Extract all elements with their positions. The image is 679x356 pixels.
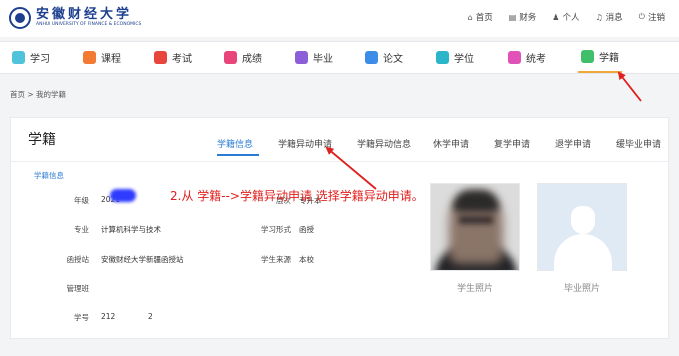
tab-deferred-graduation-application[interactable]: 缓毕业申请 <box>616 137 661 150</box>
grade-icon <box>224 51 237 64</box>
toplink-logout[interactable]: ⏻ 注销 <box>639 11 665 23</box>
tutorial-annotation: 2.从 学籍-->学籍异动申请 选择学籍异动申请。 <box>170 189 424 203</box>
tab-status-change-application[interactable]: 学籍异动申请 <box>278 137 332 150</box>
exam-icon <box>154 51 167 64</box>
top-links: ⌂ 首页 ▤ 财务 ♟ 个人 ♫ 消息 ⏻ 注销 <box>468 11 665 23</box>
menu-item-label: 学习 <box>30 54 50 65</box>
field-label-major: 专业 <box>74 225 89 234</box>
thesis-icon <box>365 51 378 64</box>
menu-item-label: 课程 <box>101 54 121 65</box>
university-name-en: ANHUI UNIVERSITY OF FINANCE & ECONOMICS <box>36 22 142 27</box>
avatar-placeholder-icon <box>554 234 612 272</box>
toplink-messages[interactable]: ♫ 消息 <box>595 11 623 24</box>
home-icon: ⌂ <box>467 12 473 22</box>
toplink-label: 首页 <box>475 13 493 23</box>
field-label-management-class: 管理班 <box>66 284 90 293</box>
toplink-finance[interactable]: ▤ 财务 <box>508 11 537 24</box>
menu-item-grades[interactable]: 成绩 <box>224 42 262 73</box>
menu-item-label: 学位 <box>454 54 474 65</box>
menu-item-label: 成绩 <box>242 54 262 65</box>
field-label-correspondence-station: 函授站 <box>66 255 90 264</box>
university-seal-icon <box>9 7 31 29</box>
section-label: 学籍信息 <box>34 171 64 180</box>
tab-suspension-application[interactable]: 休学申请 <box>433 137 469 150</box>
bell-icon: ♫ <box>595 12 603 22</box>
field-value-study-mode: 函授 <box>299 225 314 234</box>
toplink-label: 注销 <box>647 13 665 23</box>
menu-item-label: 学籍 <box>599 53 619 64</box>
field-label-grade: 年级 <box>74 196 89 205</box>
field-label-student-id: 学号 <box>74 313 89 322</box>
student-photo <box>430 183 520 271</box>
degree-icon <box>436 51 449 64</box>
menu-item-label: 毕业 <box>313 54 333 65</box>
toplink-label: 个人 <box>562 13 580 23</box>
course-icon <box>83 51 96 64</box>
active-tab-indicator <box>217 154 259 156</box>
top-bar: 安徽财经大学 ANHUI UNIVERSITY OF FINANCE & ECO… <box>0 0 679 37</box>
toplink-home[interactable]: ⌂ 首页 <box>467 11 493 24</box>
menu-item-degree[interactable]: 学位 <box>436 42 474 73</box>
study-icon <box>12 51 25 64</box>
logout-icon: ⏻ <box>638 12 645 21</box>
arrow-to-status-menu <box>617 71 642 102</box>
menu-item-exam[interactable]: 考试 <box>154 42 192 73</box>
toplink-label: 财务 <box>519 13 537 23</box>
field-value-student-source: 本校 <box>299 255 314 264</box>
graduation-photo-caption: 毕业照片 <box>563 284 600 294</box>
student-status-card: 学籍 学籍信息 学籍异动申请 学籍异动信息 休学申请 复学申请 退学申请 缓毕业… <box>10 117 669 339</box>
finance-icon: ▤ <box>508 12 517 22</box>
user-icon: ♟ <box>552 12 560 22</box>
breadcrumb[interactable]: 首页 > 我的学籍 <box>10 89 66 100</box>
menu-item-thesis[interactable]: 论文 <box>365 42 403 73</box>
student-photo-caption: 学生照片 <box>456 284 493 294</box>
tab-status-info[interactable]: 学籍信息 <box>217 137 253 150</box>
main-menu: 学习 课程 考试 成绩 毕业 论文 学位 统考 学籍 <box>0 41 679 74</box>
unified-exam-icon <box>508 51 521 64</box>
field-value-student-id: 212 <box>101 312 116 321</box>
menu-item-unified-exam[interactable]: 统考 <box>508 42 546 73</box>
menu-item-label: 考试 <box>172 54 192 65</box>
tab-withdrawal-application[interactable]: 退学申请 <box>555 137 591 150</box>
page-title: 学籍 <box>28 132 56 148</box>
menu-item-label: 论文 <box>383 54 403 65</box>
university-logo[interactable]: 安徽财经大学 ANHUI UNIVERSITY OF FINANCE & ECO… <box>9 7 141 29</box>
menu-item-student-status[interactable]: 学籍 <box>578 42 622 73</box>
university-name: 安徽财经大学 <box>36 7 133 22</box>
toplink-label: 消息 <box>605 13 623 23</box>
field-value-student-id-tail: 2 <box>148 312 153 321</box>
graduation-photo-placeholder <box>537 183 627 272</box>
tab-status-change-info[interactable]: 学籍异动信息 <box>357 137 411 150</box>
field-value-major: 计算机科学与技术 <box>101 225 161 234</box>
redaction-mark <box>110 189 136 202</box>
menu-item-graduation[interactable]: 毕业 <box>295 42 333 73</box>
status-icon <box>581 50 594 63</box>
menu-item-label: 统考 <box>526 54 546 65</box>
tab-divider <box>11 161 668 162</box>
field-value-correspondence-station: 安徽财经大学新疆函授站 <box>101 255 184 264</box>
menu-item-study[interactable]: 学习 <box>12 42 50 73</box>
field-label-study-mode: 学习形式 <box>261 225 291 234</box>
field-label-student-source: 学生来源 <box>261 255 291 264</box>
menu-item-course[interactable]: 课程 <box>83 42 121 73</box>
toplink-personal[interactable]: ♟ 个人 <box>552 11 580 24</box>
tab-resumption-application[interactable]: 复学申请 <box>494 137 530 150</box>
graduate-icon <box>295 51 308 64</box>
